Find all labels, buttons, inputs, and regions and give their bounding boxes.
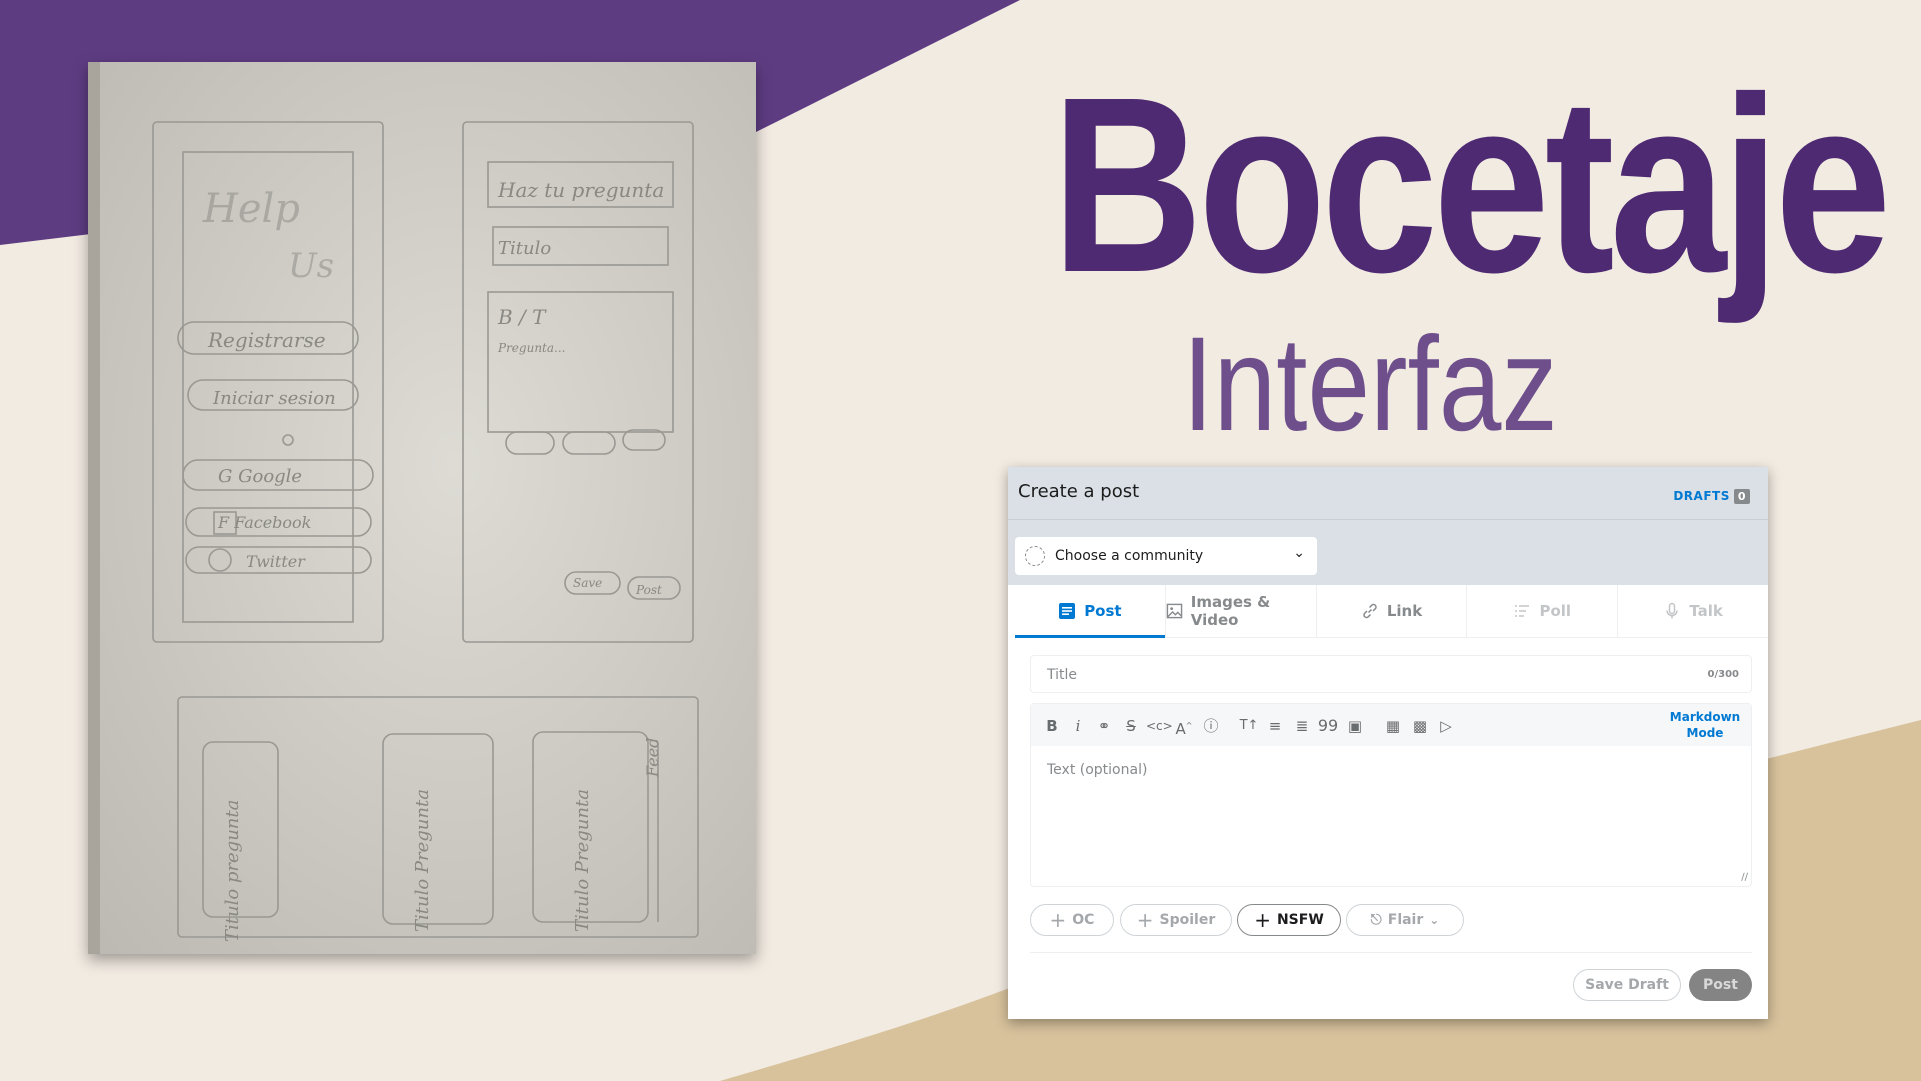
svg-text:Titulo Pregunta: Titulo Pregunta xyxy=(412,789,433,932)
nsfw-button[interactable]: + NSFW xyxy=(1237,904,1341,936)
spoiler-icon[interactable]: ⓘ xyxy=(1200,715,1222,737)
bold-icon[interactable]: B xyxy=(1041,715,1063,737)
tab-link[interactable]: Link xyxy=(1317,585,1468,637)
svg-text:Us: Us xyxy=(288,246,334,286)
svg-text:Titulo pregunta: Titulo pregunta xyxy=(222,800,243,942)
nsfw-label: NSFW xyxy=(1276,912,1324,928)
oc-label: OC xyxy=(1072,912,1095,928)
tab-talk[interactable]: Talk xyxy=(1618,585,1768,637)
header-divider xyxy=(1008,519,1768,520)
plus-icon: + xyxy=(1254,908,1271,932)
italic-icon[interactable]: i xyxy=(1067,715,1089,737)
resize-handle-icon[interactable]: ∕∕ xyxy=(1741,872,1748,883)
footer-divider xyxy=(1030,952,1752,953)
superscript-icon[interactable]: A^ xyxy=(1173,715,1195,738)
tab-poll[interactable]: Poll xyxy=(1467,585,1619,637)
link-icon xyxy=(1363,603,1377,619)
inline-code-icon[interactable]: <c> xyxy=(1146,715,1173,737)
oc-button[interactable]: + OC xyxy=(1030,904,1114,936)
tab-images-video-label: Images & Video xyxy=(1190,593,1271,629)
drafts-button[interactable]: DRAFTS 0 xyxy=(1673,489,1750,504)
svg-text:B / T: B / T xyxy=(497,305,547,329)
svg-text:Pregunta...: Pregunta... xyxy=(497,341,565,355)
svg-text:Registrarse: Registrarse xyxy=(207,328,326,352)
create-post-panel: Create a post DRAFTS 0 Choose a community… xyxy=(1008,467,1768,1019)
chevron-down-icon: ⌄ xyxy=(1429,913,1440,927)
flair-button[interactable]: ⎋ Flair ⌄ xyxy=(1346,904,1464,936)
title-char-counter: 0/300 xyxy=(1707,669,1739,680)
table-icon[interactable]: ▦ xyxy=(1382,715,1404,737)
title-placeholder: Title xyxy=(1047,667,1078,683)
community-placeholder: Choose a community xyxy=(1055,548,1204,564)
tab-post-label: Post xyxy=(1084,602,1122,620)
drafts-count: 0 xyxy=(1733,489,1750,504)
community-avatar-icon xyxy=(1025,546,1045,566)
editor-toolbar: B i ⚭ S <c> A^ ⓘ T↑ ≡ ≣ 99 ▣ ▦ ▩ ▷ Markd… xyxy=(1031,704,1751,746)
spoiler-label: Spoiler xyxy=(1159,912,1216,928)
svg-text:G Google: G Google xyxy=(218,466,302,487)
svg-text:Save: Save xyxy=(573,576,602,590)
save-draft-button[interactable]: Save Draft xyxy=(1573,969,1681,1001)
tag-icon: ⎋ xyxy=(1370,912,1382,928)
tab-talk-label: Talk xyxy=(1689,602,1723,620)
svg-text:Iniciar sesion: Iniciar sesion xyxy=(212,388,336,409)
chevron-down-icon: ⌄ xyxy=(1293,545,1305,561)
tab-link-label: Link xyxy=(1386,602,1423,620)
strikethrough-icon[interactable]: S xyxy=(1120,715,1142,737)
community-select[interactable]: Choose a community ⌄ xyxy=(1015,537,1317,575)
drafts-label: DRAFTS xyxy=(1673,489,1730,503)
slide-subtitle: Interfaz xyxy=(1182,310,1558,459)
bulleted-list-icon[interactable]: ≡ xyxy=(1264,715,1286,737)
spoiler-button[interactable]: + Spoiler xyxy=(1120,904,1232,936)
mic-icon xyxy=(1666,602,1679,619)
tab-images-video[interactable]: Images & Video xyxy=(1166,585,1317,637)
flair-label: Flair xyxy=(1387,912,1424,928)
svg-text:Titulo: Titulo xyxy=(498,238,551,259)
svg-text:Haz tu pregunta: Haz tu pregunta xyxy=(497,178,664,202)
markdown-mode-toggle[interactable]: Markdown Mode xyxy=(1665,709,1745,741)
svg-text:Twitter: Twitter xyxy=(246,552,306,571)
title-input[interactable]: Title 0/300 xyxy=(1030,655,1752,693)
slide-title: Bocetaje xyxy=(1051,45,1891,324)
tab-post[interactable]: Post xyxy=(1015,585,1166,638)
plus-icon: + xyxy=(1136,908,1154,932)
post-icon xyxy=(1059,603,1076,619)
video-icon[interactable]: ▷ xyxy=(1435,715,1457,737)
svg-text:Post: Post xyxy=(635,583,662,597)
quote-icon[interactable]: 99 xyxy=(1317,715,1339,737)
svg-text:F Facebook: F Facebook xyxy=(217,513,311,532)
post-type-tabs: Post Images & Video Link Poll Talk xyxy=(1015,585,1768,638)
tab-poll-label: Poll xyxy=(1539,602,1572,620)
svg-text:Feed: Feed xyxy=(643,738,662,778)
svg-text:Titulo Pregunta: Titulo Pregunta xyxy=(572,789,593,932)
numbered-list-icon[interactable]: ≣ xyxy=(1291,715,1313,737)
heading-icon[interactable]: T↑ xyxy=(1238,715,1260,737)
poll-icon xyxy=(1515,605,1530,617)
text-editor[interactable]: B i ⚭ S <c> A^ ⓘ T↑ ≡ ≣ 99 ▣ ▦ ▩ ▷ Markd… xyxy=(1030,703,1752,887)
text-placeholder: Text (optional) xyxy=(1047,762,1148,778)
svg-text:Help: Help xyxy=(202,186,300,232)
panel-title: Create a post xyxy=(1018,481,1140,502)
sketch-photo: Help Us Registrarse Iniciar sesion G Goo… xyxy=(88,62,756,954)
code-block-icon[interactable]: ▣ xyxy=(1344,715,1366,737)
image-icon xyxy=(1166,603,1183,619)
post-button[interactable]: Post xyxy=(1689,969,1752,1001)
image-icon[interactable]: ▩ xyxy=(1409,715,1431,737)
plus-icon: + xyxy=(1049,908,1067,932)
link-icon[interactable]: ⚭ xyxy=(1093,715,1115,737)
